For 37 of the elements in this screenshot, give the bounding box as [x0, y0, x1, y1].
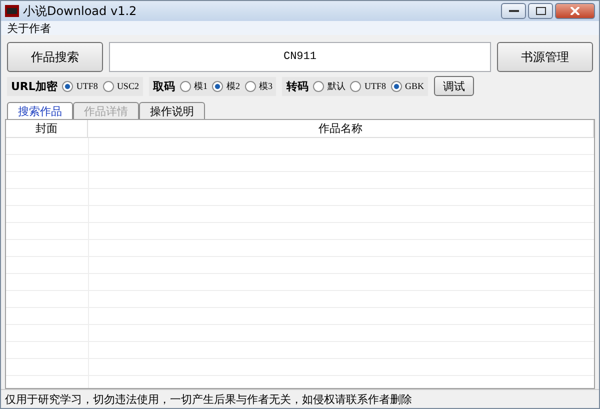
close-button[interactable] — [555, 3, 595, 19]
column-header: 封面 — [6, 120, 88, 137]
tab[interactable]: 搜索作品 — [7, 102, 73, 119]
tab[interactable]: 操作说明 — [139, 102, 205, 119]
window-title: 小说Download v1.2 — [23, 2, 137, 20]
maximize-button[interactable] — [528, 3, 553, 19]
radio-label: 模3 — [258, 80, 272, 92]
radio-button[interactable] — [244, 80, 256, 92]
minimize-button[interactable] — [501, 3, 526, 19]
radio-label: USC2 — [116, 81, 139, 91]
radio-label: 模1 — [194, 80, 208, 92]
app-icon — [5, 5, 19, 17]
radio-label: GBK — [404, 81, 424, 91]
group-label: URL加密 — [11, 78, 58, 94]
group-label: 取码 — [152, 78, 175, 94]
column-header: 作品名称 — [88, 120, 594, 137]
radio-button[interactable] — [313, 80, 324, 92]
maximize-icon — [536, 7, 546, 15]
radio-button[interactable] — [212, 80, 224, 92]
radio-button[interactable] — [390, 80, 402, 92]
close-icon — [570, 7, 580, 15]
radio-button[interactable] — [180, 80, 191, 92]
debug-button[interactable]: 调试 — [434, 76, 474, 96]
radio-button[interactable] — [350, 80, 362, 92]
minimize-icon — [508, 9, 518, 13]
search-field[interactable]: CN911 — [109, 42, 491, 72]
menu-item[interactable]: 关于作者 — [7, 21, 51, 35]
radio-button[interactable] — [62, 80, 74, 92]
source-manage-button[interactable]: 书源管理 — [497, 42, 593, 72]
radio-button[interactable] — [102, 80, 114, 92]
group-label: 转码 — [286, 78, 308, 94]
radio-label: 模2 — [226, 80, 240, 92]
radio-label: 默认 — [327, 80, 346, 92]
radio-label: UTF8 — [364, 81, 386, 91]
status-text: 仅用于研究学习，切勿违法使用，一切产生后果与作者无关，如侵权请联系作者删除 — [5, 392, 412, 406]
radio-label: UTF8 — [76, 81, 98, 91]
search-button[interactable]: 作品搜索 — [7, 42, 103, 72]
